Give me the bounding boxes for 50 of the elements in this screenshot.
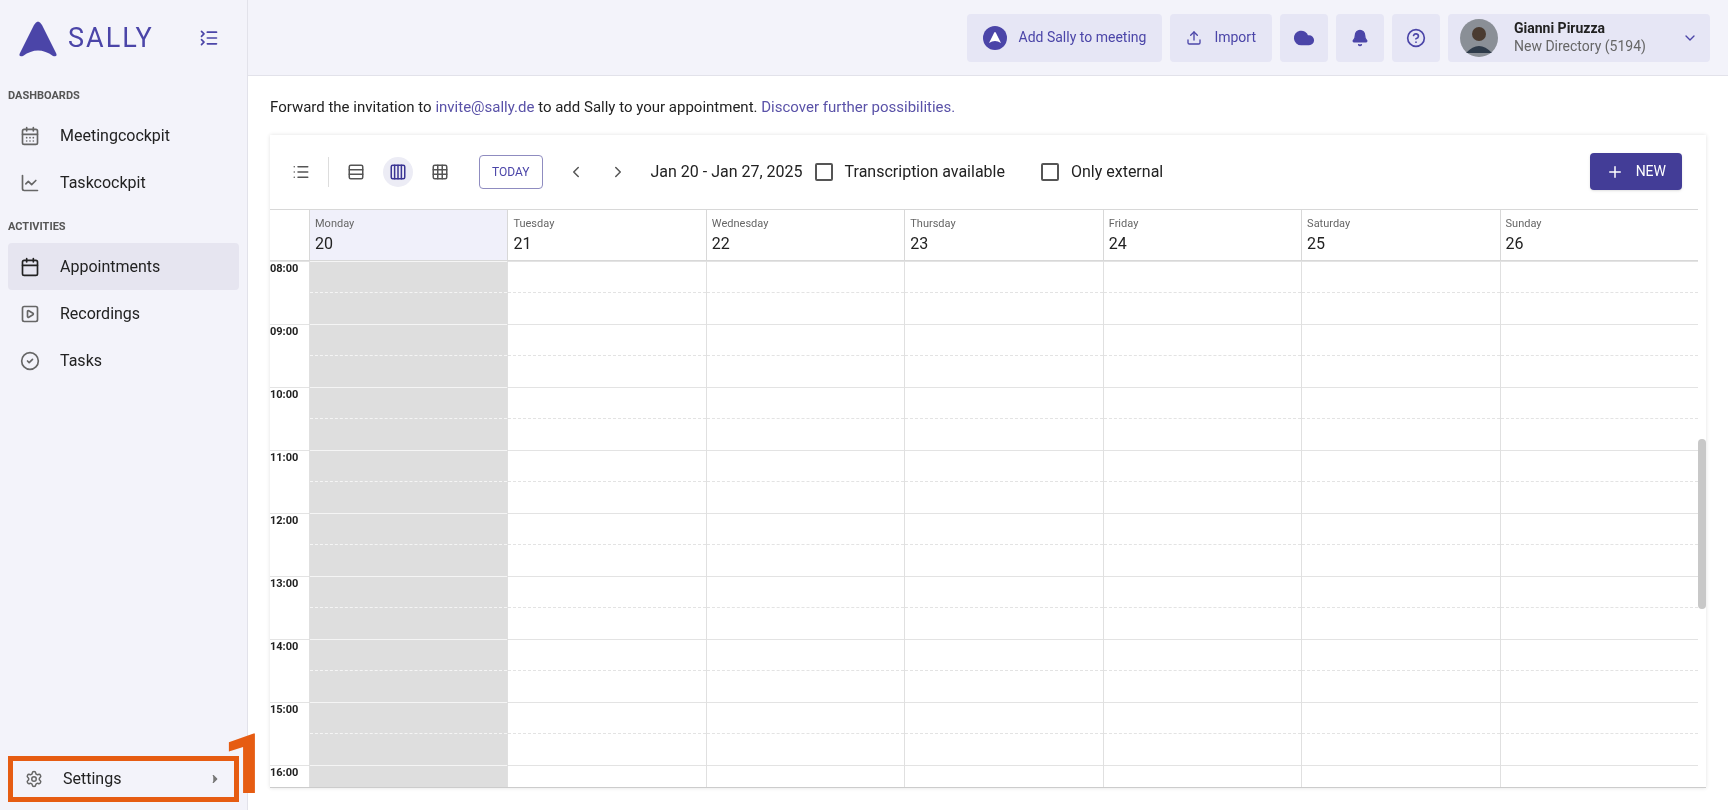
day-header[interactable]: Monday 20 — [309, 209, 508, 260]
settings-icon — [25, 770, 43, 788]
logo-icon — [982, 25, 1007, 50]
help-button[interactable] — [1392, 13, 1440, 62]
bell-icon — [1351, 28, 1369, 47]
hour-label: 13:00 — [270, 576, 300, 591]
section-title: DASHBOARDS — [7, 88, 81, 104]
calendar-icon — [20, 126, 40, 146]
checkbox[interactable] — [814, 162, 833, 181]
columns-view-icon[interactable] — [383, 156, 413, 187]
avatar — [1460, 18, 1498, 57]
new-button[interactable]: NEW — [1589, 153, 1682, 190]
link[interactable]: invite@sally.de — [435, 98, 535, 116]
settings-item[interactable]: Settings — [8, 756, 239, 802]
chart-icon — [20, 173, 40, 193]
hour-label: 10:00 — [270, 387, 300, 402]
cloud-button[interactable] — [1280, 13, 1328, 62]
brand-name: SALLY — [68, 20, 154, 56]
hour-label: 09:00 — [270, 324, 300, 339]
hour-label: 14:00 — [270, 639, 300, 654]
add-sally-button[interactable]: Add Sally to meeting — [966, 13, 1163, 62]
sidebar-item[interactable]: Appointments — [8, 243, 239, 290]
filter-checkbox[interactable]: Only external — [1040, 159, 1164, 184]
checkbox[interactable] — [1040, 162, 1059, 181]
sidebar-item[interactable]: Taskcockpit — [8, 159, 239, 207]
check-circle-icon — [20, 350, 40, 371]
section-title: ACTIVITIES — [7, 218, 67, 235]
hour-label: 16:00 — [270, 765, 300, 780]
invitation-notice: Forward the invitation to invite@sally.de to add Sally to your appointment. Discover further possibilities. — [270, 97, 957, 118]
sidebar-item[interactable]: Meetingcockpit — [8, 112, 239, 160]
upload-icon — [1186, 29, 1203, 46]
hour-label: 12:00 — [270, 513, 300, 528]
sidebar-item[interactable]: Tasks — [8, 337, 239, 384]
video-icon — [20, 303, 40, 324]
sidebar-item[interactable]: Recordings — [8, 290, 239, 337]
hour-label: 11:00 — [270, 450, 300, 465]
import-button[interactable]: Import — [1170, 13, 1272, 62]
today-button[interactable]: TODAY — [479, 154, 543, 189]
hour-label: 15:00 — [270, 702, 300, 717]
link[interactable]: Discover further possibilities. — [761, 98, 956, 116]
calendar-icon — [20, 256, 40, 277]
hour-label: 08:00 — [270, 261, 300, 276]
user-name: Gianni Piruzza — [1514, 20, 1607, 38]
filter-checkbox[interactable]: Transcription available — [814, 159, 1005, 184]
notifications-button[interactable] — [1336, 13, 1384, 62]
help-icon — [1406, 27, 1426, 48]
date-range: Jan 20 - Jan 27, 2025 — [650, 160, 803, 183]
collapse-menu-icon[interactable] — [199, 28, 219, 48]
user-menu-button[interactable]: Gianni Piruzza New Directory (5194) — [1448, 13, 1710, 62]
user-directory: New Directory (5194) — [1514, 37, 1646, 55]
